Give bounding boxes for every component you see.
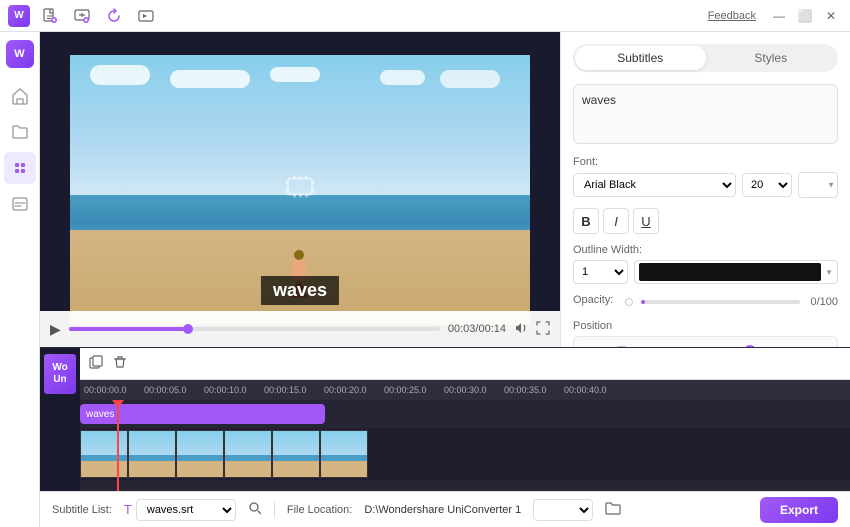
subtitle-file-icon: T <box>124 502 132 517</box>
app-logo-icon: W <box>8 5 30 27</box>
font-label: Font: <box>573 156 838 168</box>
bold-button[interactable]: B <box>573 208 599 234</box>
subtitle-text-content[interactable]: waves <box>573 84 838 144</box>
subtitle-clip[interactable]: waves <box>80 404 325 424</box>
timeline-toolbar <box>80 348 850 380</box>
timeline-ruler: 00:00:00.0 00:00:05.0 00:00:10.0 00:00:1… <box>80 380 850 400</box>
transform-toolbar: ↩ ↪ ⊞ — + <box>573 336 838 347</box>
subtitle-track: waves <box>80 400 850 428</box>
outline-width-select[interactable]: 1 2 3 <box>573 260 628 284</box>
font-family-select[interactable]: Arial Black Arial Times New Roman <box>573 173 736 197</box>
thumb-1 <box>80 430 128 478</box>
progress-bar[interactable] <box>69 327 440 331</box>
ruler-label-0: 00:00:00.0 <box>84 385 127 395</box>
opacity-slider[interactable] <box>641 300 800 304</box>
ruler-label-2: 00:00:10.0 <box>204 385 247 395</box>
font-color-picker[interactable]: ▼ <box>798 172 838 198</box>
search-subtitle-button[interactable] <box>248 501 262 518</box>
browse-folder-button[interactable] <box>605 501 621 518</box>
ruler-label-6: 00:00:30.0 <box>444 385 487 395</box>
feedback-link[interactable]: Feedback <box>708 10 756 22</box>
new-file-button[interactable] <box>38 4 62 28</box>
position-label: Position <box>573 320 838 332</box>
volume-icon[interactable] <box>514 321 528 338</box>
file-location-label: File Location: <box>287 504 352 516</box>
time-display: 00:03/00:14 <box>448 323 506 335</box>
thumb-4 <box>224 430 272 478</box>
video-preview-area: waves ▶ 00:03/00:14 <box>40 32 560 347</box>
ruler-label-3: 00:00:15.0 <box>264 385 307 395</box>
tab-subtitles[interactable]: Subtitles <box>575 46 706 70</box>
play-button[interactable]: ▶ <box>50 321 61 338</box>
ruler-label-7: 00:00:35.0 <box>504 385 547 395</box>
video-subtitle: waves <box>261 276 339 305</box>
separator-1 <box>274 502 275 518</box>
video-track <box>80 428 850 480</box>
thumb-5 <box>272 430 320 478</box>
opacity-row: Opacity: 0/100 <box>573 294 838 310</box>
file-location-path: D:\Wondershare UniConverter 1 <box>364 504 521 516</box>
timeline-main: 00:00:00.0 00:00:05.0 00:00:10.0 00:00:1… <box>80 348 850 491</box>
timeline-side: Wo Un <box>40 348 80 491</box>
sidebar-item-subtitle[interactable] <box>4 188 36 220</box>
sidebar-item-effects[interactable] <box>4 152 36 184</box>
video-frame: waves <box>70 55 530 325</box>
opacity-value: 0/100 <box>808 296 838 308</box>
sidebar: W <box>0 32 40 527</box>
file-path-select[interactable] <box>533 499 593 521</box>
filmstrip-icon <box>284 170 316 209</box>
opacity-label: Opacity: <box>573 294 613 306</box>
video-thumbnails <box>80 430 368 478</box>
sidebar-item-home[interactable] <box>4 80 36 112</box>
outline-color-picker[interactable]: ▼ <box>634 260 838 284</box>
ruler-marks: 00:00:00.0 00:00:05.0 00:00:10.0 00:00:1… <box>84 380 846 400</box>
format-buttons: B I U <box>573 208 838 234</box>
thumb-6 <box>320 430 368 478</box>
delete-clip-button[interactable] <box>112 354 128 373</box>
right-panel: Subtitles Styles waves Font: Arial Black… <box>560 32 850 347</box>
subtitle-file-select[interactable]: waves.srt <box>136 499 236 521</box>
italic-button[interactable]: I <box>603 208 629 234</box>
minimize-button[interactable]: — <box>768 5 790 27</box>
ruler-label-1: 00:00:05.0 <box>144 385 187 395</box>
thumb-3 <box>176 430 224 478</box>
bottom-bar: Subtitle List: T waves.srt File Location… <box>40 491 850 527</box>
tab-styles[interactable]: Styles <box>706 46 837 70</box>
thumb-2 <box>128 430 176 478</box>
underline-button[interactable]: U <box>633 208 659 234</box>
sidebar-item-folder[interactable] <box>4 116 36 148</box>
ruler-label-5: 00:00:25.0 <box>384 385 427 395</box>
timeline-section: Wo Un <box>40 347 850 527</box>
screen-capture-button[interactable] <box>134 4 158 28</box>
timeline-tracks: waves <box>80 400 850 491</box>
outline-label: Outline Width: <box>573 244 838 256</box>
font-row: Arial Black Arial Times New Roman 20 18 … <box>573 172 838 198</box>
subtitle-list-label: Subtitle List: <box>52 504 112 516</box>
copy-clip-button[interactable] <box>88 354 104 373</box>
fullscreen-icon[interactable] <box>536 321 550 338</box>
ruler-label-4: 00:00:20.0 <box>324 385 367 395</box>
font-size-select[interactable]: 20 18 24 <box>742 173 792 197</box>
refresh-button[interactable] <box>102 4 126 28</box>
export-button[interactable]: Export <box>760 497 838 523</box>
video-controls-bar: ▶ 00:03/00:14 <box>40 311 560 347</box>
panel-tabs: Subtitles Styles <box>573 44 838 72</box>
maximize-button[interactable]: ⬜ <box>794 5 816 27</box>
timeline-toggle-button[interactable]: Wo Un <box>44 354 76 394</box>
close-button[interactable]: ✕ <box>820 5 842 27</box>
import-button[interactable] <box>70 4 94 28</box>
outline-row: 1 2 3 ▼ <box>573 260 838 284</box>
sidebar-logo: W <box>6 40 34 68</box>
subtitle-file-container: T waves.srt <box>124 499 236 521</box>
ruler-label-8: 00:00:40.0 <box>564 385 607 395</box>
